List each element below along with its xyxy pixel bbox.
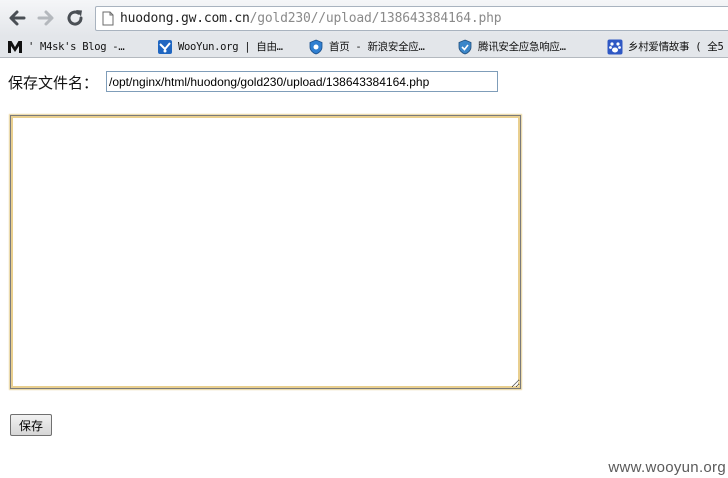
bookmark-label: ' M4sk's Blog -…: [28, 40, 125, 53]
bookmarks-bar: ' M4sk's Blog -… WooYun.org | 自由… 首页 - 新…: [0, 36, 728, 58]
bookmark-label: 腾讯安全应急响应…: [478, 41, 566, 53]
bookmark-label: WooYun.org | 自由…: [178, 41, 283, 53]
file-content-textarea[interactable]: [10, 115, 521, 389]
baidu-paw-icon: [607, 39, 623, 55]
bookmark-label: 乡村爱情故事 ( 全5: [628, 41, 724, 53]
page-icon: [102, 11, 114, 26]
back-arrow-icon: [9, 10, 26, 26]
bookmark-xiangcun[interactable]: 乡村爱情故事 ( 全5: [607, 36, 724, 57]
url-text: huodong.gw.com.cn/gold230//upload/138643…: [120, 11, 502, 27]
wooyun-logo-icon: [157, 39, 173, 55]
browser-toolbar: huodong.gw.com.cn/gold230//upload/138643…: [0, 0, 728, 36]
bookmark-m4sk-blog[interactable]: ' M4sk's Blog -…: [7, 36, 125, 57]
page-content: 保存文件名： 保存 www.wooyun.org: [0, 58, 728, 478]
shield-icon: [308, 39, 324, 55]
address-bar[interactable]: huodong.gw.com.cn/gold230//upload/138643…: [95, 6, 728, 31]
watermark: www.wooyun.org: [608, 459, 726, 476]
bookmark-tencent-security[interactable]: 腾讯安全应急响应…: [457, 36, 566, 57]
back-button[interactable]: [6, 7, 28, 29]
filename-label: 保存文件名：: [8, 74, 99, 92]
reload-button[interactable]: [64, 7, 86, 29]
bookmark-label: 首页 - 新浪安全应…: [329, 41, 425, 53]
url-host: huodong.gw.com.cn: [120, 11, 250, 26]
forward-button[interactable]: [35, 7, 57, 29]
tencent-security-icon: [457, 39, 473, 55]
save-button[interactable]: 保存: [10, 414, 52, 436]
bookmark-sina-security[interactable]: 首页 - 新浪安全应…: [308, 36, 425, 57]
forward-arrow-icon: [37, 10, 54, 26]
bookmark-wooyun[interactable]: WooYun.org | 自由…: [157, 36, 283, 57]
m-logo-icon: [7, 39, 23, 55]
filename-input[interactable]: [106, 71, 498, 92]
reload-icon: [67, 10, 83, 26]
url-path: /gold230//upload/138643384164.php: [249, 11, 502, 26]
